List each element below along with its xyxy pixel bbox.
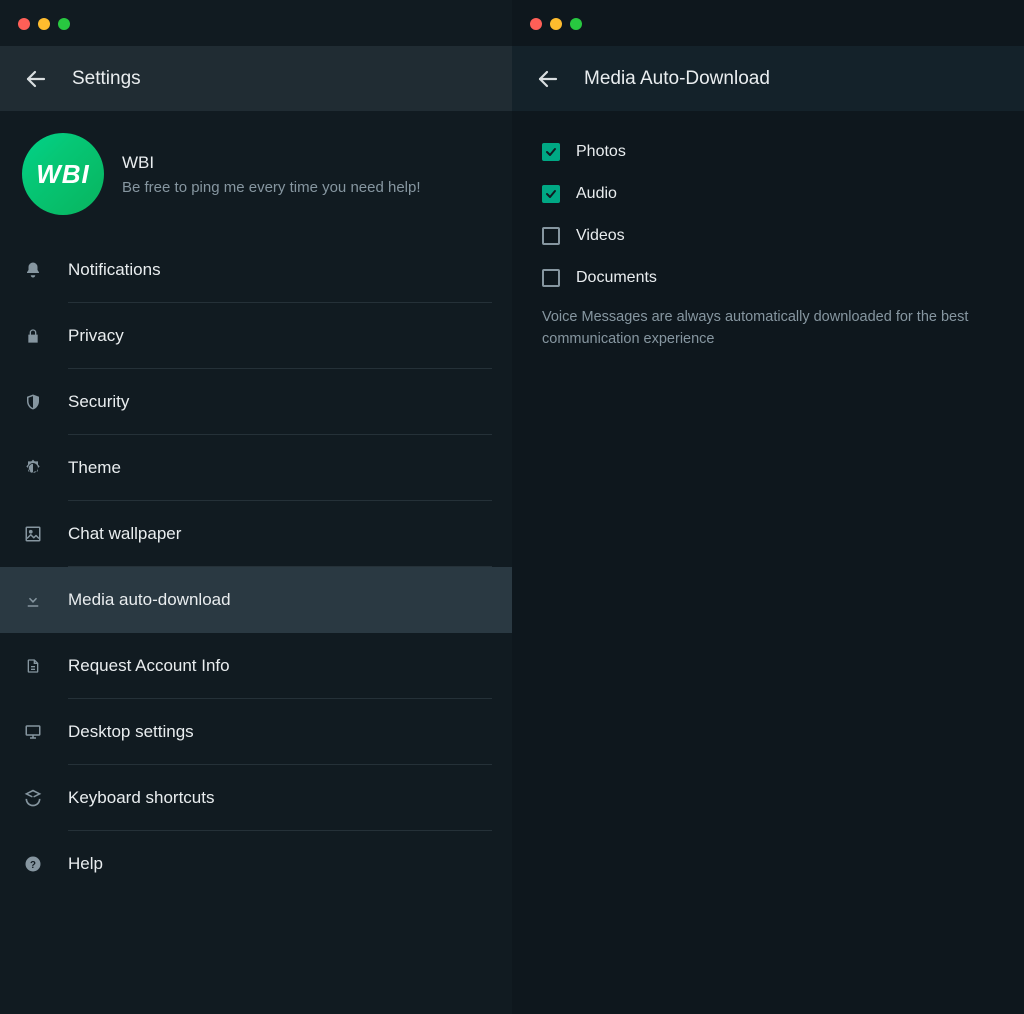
shield-icon — [22, 392, 44, 412]
settings-title: Settings — [72, 68, 141, 90]
lock-icon — [22, 327, 44, 345]
profile-name: WBI — [122, 153, 421, 173]
checkbox-icon — [542, 185, 560, 203]
menu-label: Chat wallpaper — [68, 524, 181, 544]
media-auto-download-panel: Media Auto-Download Photos Audio Videos … — [512, 0, 1024, 1014]
help-icon: ? — [22, 855, 44, 873]
back-arrow-icon[interactable] — [536, 67, 560, 91]
menu-label: Notifications — [68, 260, 161, 280]
menu-label: Privacy — [68, 326, 124, 346]
menu-item-request-account-info[interactable]: Request Account Info — [0, 633, 512, 699]
option-audio[interactable]: Audio — [542, 173, 994, 215]
close-window-button[interactable] — [530, 18, 542, 30]
option-videos[interactable]: Videos — [542, 215, 994, 257]
profile-section[interactable]: WBI WBI Be free to ping me every time yo… — [0, 111, 512, 237]
media-header: Media Auto-Download — [512, 46, 1024, 111]
menu-label: Security — [68, 392, 129, 412]
keyboard-shortcut-icon: A — [22, 788, 44, 808]
option-documents[interactable]: Documents — [542, 257, 994, 299]
settings-panel: Settings WBI WBI Be free to ping me ever… — [0, 0, 512, 1014]
options-hint: Voice Messages are always automatically … — [542, 299, 994, 351]
media-options: Photos Audio Videos Documents Voice Mess… — [512, 111, 1024, 371]
maximize-window-button[interactable] — [570, 18, 582, 30]
download-icon — [22, 591, 44, 609]
profile-text: WBI Be free to ping me every time you ne… — [122, 153, 421, 196]
menu-item-security[interactable]: Security — [0, 369, 512, 435]
checkbox-icon — [542, 227, 560, 245]
minimize-window-button[interactable] — [550, 18, 562, 30]
brightness-icon — [22, 458, 44, 478]
menu-item-help[interactable]: ? Help — [0, 831, 512, 897]
menu-item-privacy[interactable]: Privacy — [0, 303, 512, 369]
close-window-button[interactable] — [18, 18, 30, 30]
menu-label: Help — [68, 854, 103, 874]
maximize-window-button[interactable] — [58, 18, 70, 30]
option-label: Documents — [576, 269, 657, 287]
media-title: Media Auto-Download — [584, 68, 770, 90]
bell-icon — [22, 261, 44, 279]
profile-status: Be free to ping me every time you need h… — [122, 179, 421, 196]
menu-item-keyboard-shortcuts[interactable]: A Keyboard shortcuts — [0, 765, 512, 831]
checkbox-icon — [542, 143, 560, 161]
menu-label: Media auto-download — [68, 590, 231, 610]
minimize-window-button[interactable] — [38, 18, 50, 30]
window-controls-right — [512, 0, 1024, 46]
document-icon — [22, 656, 44, 676]
settings-menu: Notifications Privacy Security Theme Cha… — [0, 237, 512, 897]
menu-item-media-auto-download[interactable]: Media auto-download — [0, 567, 512, 633]
option-label: Photos — [576, 143, 626, 161]
menu-item-desktop-settings[interactable]: Desktop settings — [0, 699, 512, 765]
checkbox-icon — [542, 269, 560, 287]
avatar-text: WBI — [36, 159, 90, 190]
wallpaper-icon — [22, 525, 44, 543]
option-photos[interactable]: Photos — [542, 131, 994, 173]
menu-item-chat-wallpaper[interactable]: Chat wallpaper — [0, 501, 512, 567]
menu-label: Desktop settings — [68, 722, 194, 742]
menu-item-theme[interactable]: Theme — [0, 435, 512, 501]
svg-text:A: A — [30, 794, 36, 803]
settings-header: Settings — [0, 46, 512, 111]
option-label: Audio — [576, 185, 617, 203]
window-controls-left — [0, 0, 512, 46]
monitor-icon — [22, 723, 44, 741]
menu-label: Theme — [68, 458, 121, 478]
svg-text:?: ? — [30, 860, 36, 871]
back-arrow-icon[interactable] — [24, 67, 48, 91]
avatar: WBI — [22, 133, 104, 215]
menu-label: Request Account Info — [68, 656, 230, 676]
menu-item-notifications[interactable]: Notifications — [0, 237, 512, 303]
menu-label: Keyboard shortcuts — [68, 788, 214, 808]
option-label: Videos — [576, 227, 625, 245]
